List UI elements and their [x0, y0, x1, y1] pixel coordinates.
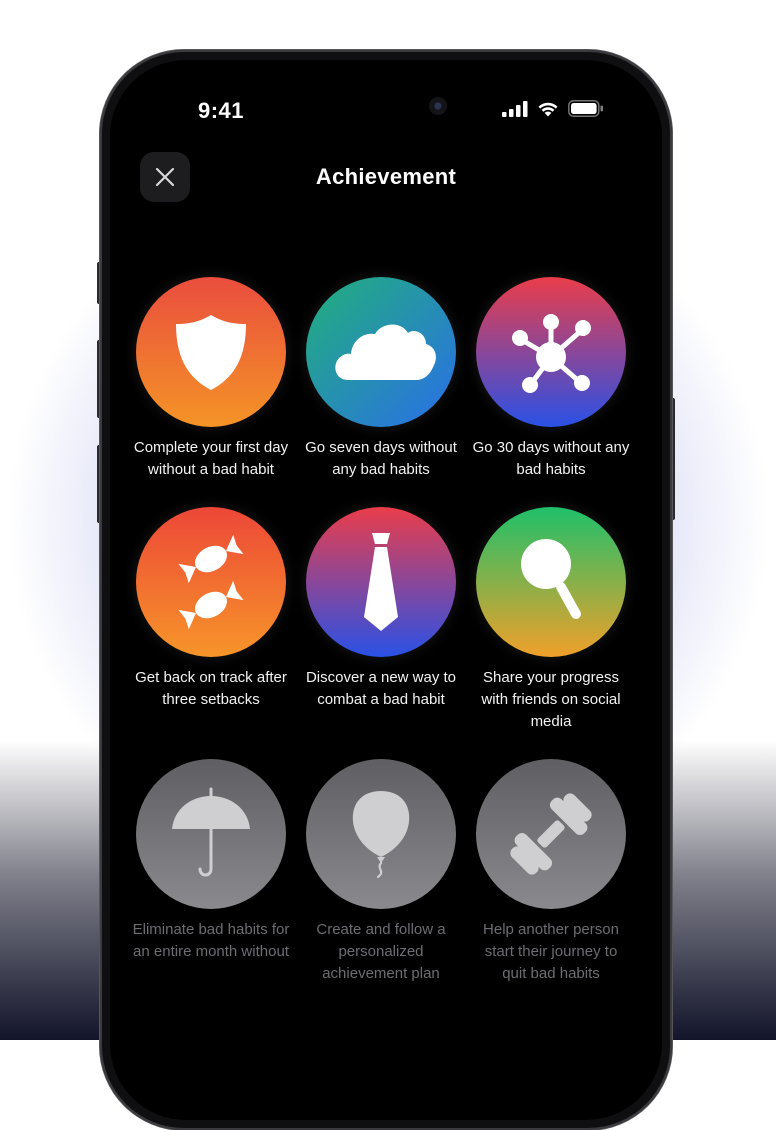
phone-screen: 9:41 Achievement Complete your first day…	[110, 60, 662, 1120]
achievement-label: Get back on track after three setbacks	[135, 669, 287, 708]
page-title: Achievement	[315, 164, 457, 189]
achievement-label: Go 30 days without any bad habits	[472, 439, 630, 478]
achievement-badge	[136, 507, 286, 657]
achievement-tile[interactable]: Get back on track after three setbacks	[126, 507, 296, 733]
umbrella-icon	[136, 759, 286, 909]
achievement-badge	[476, 759, 626, 909]
achievement-label: Go seven days without any bad habits	[305, 439, 457, 478]
cloud-icon	[306, 277, 456, 427]
achievement-label: Complete your first day without a bad ha…	[133, 439, 289, 478]
achievement-tile[interactable]: Eliminate bad habits for an entire month…	[126, 759, 296, 985]
shield-icon	[136, 277, 286, 427]
battery-icon	[568, 100, 603, 117]
balloon-icon	[306, 759, 456, 909]
achievement-label: Eliminate bad habits for an entire month…	[132, 921, 290, 960]
achievement-tile[interactable]: Discover a new way to combat a bad habit	[296, 507, 466, 733]
achievement-label: Help another person start their journey …	[483, 921, 619, 982]
achievement-tile[interactable]: Go seven days without any bad habits	[296, 277, 466, 481]
achievement-badge	[136, 277, 286, 427]
achievement-tile[interactable]: Go 30 days without any bad habits	[466, 277, 636, 481]
candy-icon	[136, 507, 286, 657]
front-camera	[429, 97, 447, 115]
achievement-grid: Complete your first day without a bad ha…	[126, 277, 636, 985]
wifi-icon	[538, 102, 558, 117]
achievement-label: Create and follow a personalized achieve…	[316, 921, 446, 982]
achievement-tile[interactable]: Complete your first day without a bad ha…	[126, 277, 296, 481]
achievement-label: Share your progress with friends on soci…	[481, 669, 621, 730]
achievement-badge	[306, 277, 456, 427]
achievement-tile[interactable]: Share your progress with friends on soci…	[466, 507, 636, 733]
status-icons	[502, 100, 604, 117]
status-time: 9:41	[198, 98, 245, 123]
achievement-badge	[476, 507, 626, 657]
achievement-badge	[306, 507, 456, 657]
cellular-signal-icon	[502, 100, 528, 117]
network-icon	[476, 277, 626, 427]
phone-frame: 9:41 Achievement Complete your first day…	[100, 50, 672, 1130]
achievement-badge	[476, 277, 626, 427]
achievement-badge	[136, 759, 286, 909]
dumbbell-icon	[476, 759, 626, 909]
magnifier-icon	[476, 507, 626, 657]
achievement-badge	[306, 759, 456, 909]
achievement-tile[interactable]: Help another person start their journey …	[466, 759, 636, 985]
achievement-tile[interactable]: Create and follow a personalized achieve…	[296, 759, 466, 985]
achievement-label: Discover a new way to combat a bad habit	[305, 669, 457, 708]
tie-icon	[306, 507, 456, 657]
